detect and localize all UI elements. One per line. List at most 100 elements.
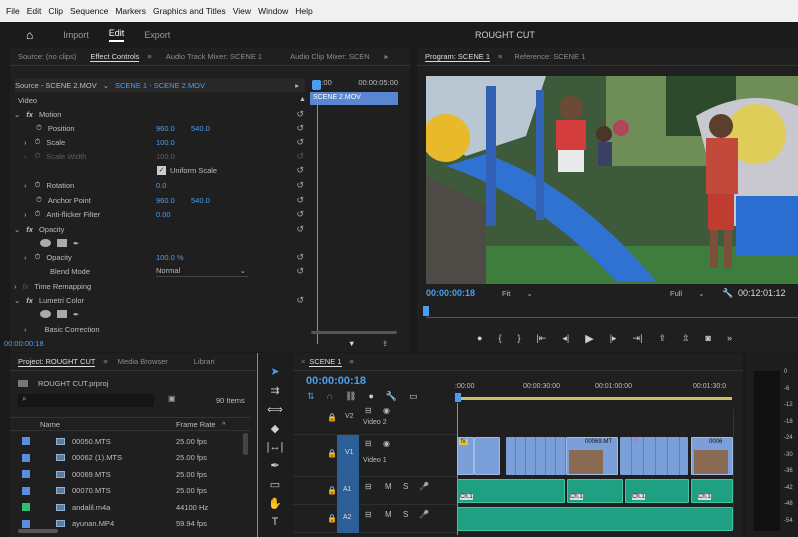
track-a1-id[interactable]: A1 [343, 486, 352, 493]
menu-window[interactable]: Window [258, 6, 288, 16]
label-color-swatch[interactable] [22, 470, 30, 478]
project-scrollbar[interactable] [243, 433, 248, 455]
reset-icon[interactable]: ↺ [296, 266, 304, 277]
label-color-swatch[interactable] [22, 437, 30, 445]
reset-icon[interactable]: ↺ [296, 209, 304, 220]
ec-playhead[interactable] [317, 92, 318, 344]
program-timecode[interactable]: 00:00:00:18 [426, 288, 475, 298]
program-scrubber[interactable] [423, 306, 798, 318]
audio-clip[interactable]: Ch.1 [691, 479, 733, 503]
rectangle-mask-icon[interactable] [57, 310, 67, 318]
reset-icon[interactable]: ↺ [296, 195, 304, 206]
panel-menu-icon[interactable]: ≡ [498, 52, 502, 61]
go-to-in-icon[interactable]: |⇤ [536, 333, 546, 344]
lock-icon[interactable]: 🔒 [327, 449, 337, 458]
lock-icon[interactable]: 🔒 [327, 486, 337, 495]
label-color-swatch[interactable] [22, 503, 30, 511]
lock-icon[interactable]: 🔒 [327, 413, 337, 422]
new-bin-icon[interactable]: ▣ [168, 394, 176, 403]
snap-icon[interactable]: ∩ [327, 391, 333, 402]
linked-selection-icon[interactable]: ⛓ [345, 391, 356, 402]
project-search-field[interactable]: ⌕ [18, 394, 154, 407]
type-tool-icon[interactable]: T [272, 516, 279, 528]
antiflicker-value[interactable]: 0.00 [156, 210, 171, 219]
effect-time-remapping[interactable]: › fx Time Remapping [14, 279, 310, 293]
ellipse-mask-icon[interactable] [40, 239, 51, 247]
reset-icon[interactable]: ↺ [296, 123, 304, 134]
camera-icon[interactable]: ◙ [706, 333, 711, 343]
effect-opacity[interactable]: ⌄ fx Opacity ↺ [14, 222, 310, 236]
fx-icon[interactable]: fx [26, 225, 33, 234]
ec-timecode[interactable]: 00:00:00:18 [4, 339, 44, 348]
opacity-value[interactable]: 100.0 % [156, 253, 184, 262]
reset-icon[interactable]: ↺ [296, 252, 304, 263]
effect-motion[interactable]: ⌄ fx Motion ↺ [14, 107, 310, 121]
list-item[interactable]: andalil.m4a 44100 Hz [10, 500, 240, 514]
tab-libraries[interactable]: Librari [194, 357, 215, 366]
reset-icon[interactable]: ↺ [296, 109, 304, 120]
extract-icon[interactable]: ⇫ [682, 333, 690, 344]
timeline-playhead-handle[interactable] [455, 393, 461, 402]
chevron-right-icon[interactable]: › [24, 253, 27, 262]
ripple-edit-tool-icon[interactable]: ⟺ [267, 403, 283, 416]
label-color-swatch[interactable] [22, 519, 30, 528]
tab-program[interactable]: Program: SCENE 1 [425, 52, 491, 62]
chevron-down-icon[interactable]: ⌄ [14, 296, 20, 305]
source-patch-v1[interactable] [337, 435, 359, 477]
eye-icon[interactable]: ◉ [383, 439, 390, 448]
ellipse-mask-icon[interactable] [40, 310, 51, 318]
play-only-icon[interactable]: ▸ [295, 81, 299, 90]
reset-icon[interactable]: ↺ [296, 180, 304, 191]
filter-icon[interactable]: ▼ [348, 339, 355, 348]
menu-help[interactable]: Help [295, 6, 312, 16]
microphone-icon[interactable]: 🎤 [419, 510, 429, 519]
col-name[interactable]: Name [40, 420, 60, 429]
position-y-value[interactable]: 540.0 [191, 124, 210, 133]
video-clip[interactable]: fx [620, 437, 688, 475]
col-frame-rate[interactable]: Frame Rate [176, 420, 216, 429]
anchor-y-value[interactable]: 540.0 [191, 196, 210, 205]
list-item[interactable]: 00070.MTS 25.00 fps [10, 484, 240, 498]
video-clip[interactable] [474, 437, 500, 475]
lock-icon[interactable]: 🔒 [327, 514, 337, 523]
scroll-up-icon[interactable]: ▲ [299, 96, 306, 103]
chevron-down-icon[interactable]: ⌄ [103, 81, 109, 90]
chevron-right-icon[interactable]: › [24, 210, 27, 219]
menu-markers[interactable]: Markers [115, 6, 146, 16]
menu-sequence[interactable]: Sequence [70, 6, 108, 16]
timeline-timecode[interactable]: 00:00:00:18 [306, 375, 366, 387]
play-icon[interactable]: ▶ [585, 332, 593, 345]
anchor-x-value[interactable]: 960.0 [156, 196, 175, 205]
ec-zoom-scrollbar[interactable] [311, 331, 397, 334]
scale-value[interactable]: 100.0 [156, 138, 175, 147]
hand-tool-icon[interactable]: ✋ [268, 497, 282, 510]
home-icon[interactable]: ⌂ [26, 28, 33, 42]
track-select-tool-icon[interactable]: ⇉ [270, 384, 279, 397]
chevron-right-icon[interactable]: › [24, 325, 27, 334]
go-to-out-icon[interactable]: ⇥| [633, 333, 643, 344]
project-h-scrollbar[interactable] [18, 529, 58, 533]
audio-clip[interactable]: Ch.1 [457, 479, 565, 503]
label-color-swatch[interactable] [22, 453, 30, 462]
tab-import[interactable]: Import [63, 30, 89, 40]
timeline-v-scrollbar[interactable] [733, 409, 738, 529]
reset-icon[interactable]: ↺ [296, 165, 304, 176]
chevron-down-icon[interactable]: ⌄ [14, 225, 20, 234]
microphone-icon[interactable]: 🎤 [419, 482, 429, 491]
uniform-scale-checkbox[interactable]: ✓ [157, 165, 166, 175]
menu-file[interactable]: File [6, 6, 20, 16]
reset-icon[interactable]: ↺ [296, 137, 304, 148]
menu-clip[interactable]: Clip [48, 6, 63, 16]
panel-menu-icon[interactable]: ≡ [147, 52, 151, 61]
solo-s-icon[interactable]: S [403, 510, 408, 519]
track-v1-id[interactable]: V1 [345, 449, 354, 456]
sort-up-icon[interactable]: ^ [222, 420, 226, 429]
chevron-down-icon[interactable]: ⌄ [14, 110, 20, 119]
reset-icon[interactable]: ↺ [296, 295, 304, 306]
program-video-frame[interactable] [426, 76, 798, 284]
chevron-right-icon[interactable]: › [24, 138, 27, 147]
mute-m-icon[interactable]: M [385, 482, 392, 491]
settings-wrench-icon[interactable]: 🔧 [386, 391, 397, 402]
tab-source[interactable]: Source: (no clips) [18, 52, 76, 61]
audio-clip[interactable]: Ch.1 [567, 479, 623, 503]
